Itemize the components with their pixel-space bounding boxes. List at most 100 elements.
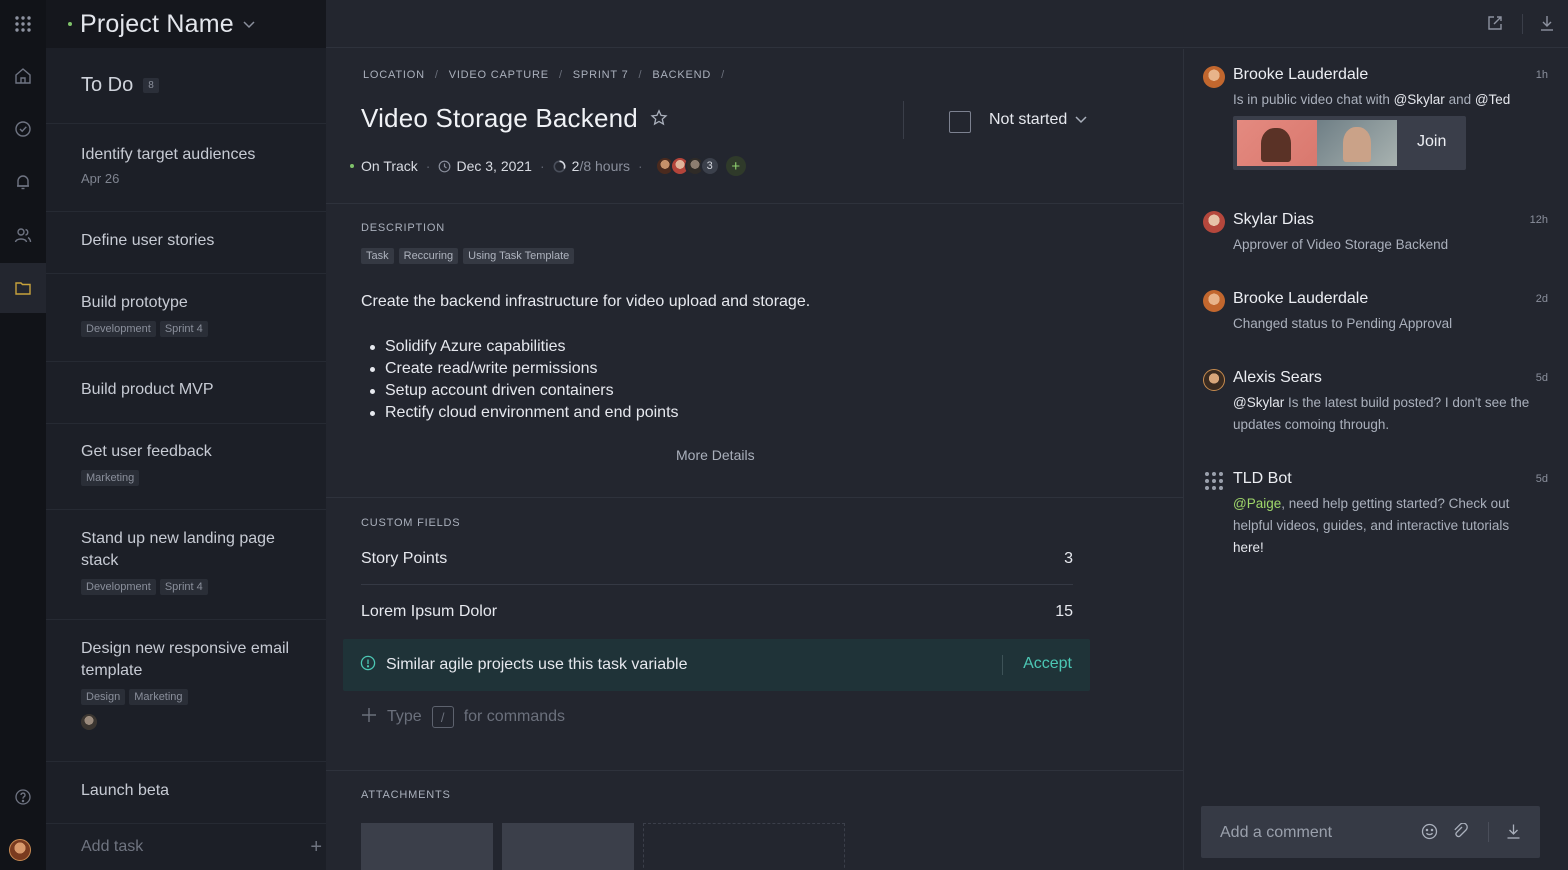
add-task-label: Add task — [81, 838, 144, 855]
activity-author[interactable]: TLD Bot — [1233, 470, 1292, 488]
mention[interactable]: @Skylar — [1394, 92, 1445, 107]
status-dropdown[interactable]: Not started — [989, 111, 1087, 129]
custom-field-value[interactable]: 15 — [1055, 603, 1073, 621]
task-card-title: Launch beta — [81, 782, 170, 799]
bullet-item: Create read/write permissions — [361, 358, 679, 380]
avatar[interactable] — [1203, 369, 1225, 391]
divider — [1522, 14, 1523, 34]
bullet-item: Rectify cloud environment and end points — [361, 402, 679, 424]
attach-icon[interactable] — [1452, 822, 1469, 845]
breadcrumb-item[interactable]: SPRINT 7 — [573, 69, 629, 81]
home-icon[interactable] — [0, 51, 46, 101]
breadcrumb-item[interactable]: LOCATION — [363, 69, 425, 81]
plus-icon: + — [310, 836, 322, 858]
apps-grid-icon[interactable] — [0, 0, 46, 48]
comment-box[interactable]: Add a comment — [1201, 806, 1540, 858]
health-status[interactable]: On Track — [361, 158, 418, 174]
task-card-title: Design new responsive email template — [81, 640, 290, 679]
folder-icon[interactable] — [0, 263, 46, 313]
activity-message: @Skylar Is the latest build posted? I do… — [1233, 392, 1543, 436]
task-tag: Development — [81, 579, 156, 595]
custom-field-value[interactable]: 3 — [1064, 550, 1073, 568]
divider — [903, 101, 904, 139]
upload-dropzone[interactable] — [643, 823, 845, 870]
mention[interactable]: @Paige — [1233, 496, 1281, 511]
help-link[interactable]: here! — [1233, 540, 1264, 555]
task-card-title: Define user stories — [81, 232, 215, 249]
breadcrumb-item[interactable]: BACKEND — [652, 69, 711, 81]
mention[interactable]: @Ted — [1475, 92, 1510, 107]
task-card[interactable]: Build product MVP — [46, 362, 326, 424]
task-tag: Marketing — [81, 470, 140, 486]
people-icon[interactable] — [0, 210, 46, 260]
download-icon[interactable] — [1538, 14, 1556, 37]
add-assignee-button[interactable]: + — [725, 156, 746, 176]
task-tag: Sprint 4 — [159, 321, 208, 337]
custom-field-name: Lorem Ipsum Dolor — [361, 603, 498, 620]
project-switcher[interactable]: Project Name — [46, 0, 326, 48]
external-link-icon[interactable] — [1486, 14, 1504, 37]
task-title[interactable]: Video Storage Backend — [361, 103, 638, 134]
task-list-panel: Project Name To Do 8 Identify target aud… — [46, 0, 326, 870]
custom-field-row[interactable]: Story Points 3 — [361, 550, 1073, 568]
chevron-down-icon — [1075, 116, 1087, 124]
status-label: Not started — [989, 111, 1068, 128]
accept-button[interactable]: Accept — [1023, 655, 1072, 673]
task-tag: Sprint 4 — [159, 579, 208, 595]
divider — [326, 497, 1184, 498]
column-count-badge: 8 — [143, 78, 159, 93]
custom-field-name: Story Points — [361, 550, 448, 567]
task-card[interactable]: Stand up new landing page stack Developm… — [46, 510, 326, 620]
task-tag[interactable]: Task — [361, 248, 394, 264]
plus-icon — [361, 707, 377, 728]
download-icon[interactable] — [1505, 823, 1522, 845]
attachment-thumbnail[interactable] — [502, 823, 634, 870]
star-icon[interactable] — [650, 109, 668, 132]
add-task-button[interactable]: Add task + — [81, 836, 326, 858]
activity-author[interactable]: Brooke Lauderdale — [1233, 66, 1368, 84]
task-card[interactable]: Launch beta — [46, 762, 326, 824]
activity-message: Is in public video chat with @Skylar and… — [1233, 89, 1543, 111]
breadcrumb-item[interactable]: VIDEO CAPTURE — [449, 69, 549, 81]
activity-item: Brooke Lauderdale 1h Is in public video … — [1203, 66, 1548, 196]
avatar[interactable] — [1203, 290, 1225, 312]
user-avatar[interactable] — [9, 839, 31, 861]
assignee-overflow-count: 3 — [699, 156, 720, 176]
activity-time: 12h — [1529, 214, 1548, 226]
activity-author[interactable]: Skylar Dias — [1233, 211, 1314, 229]
task-card[interactable]: Identify target audiences Apr 26 — [46, 124, 326, 212]
more-details-link[interactable]: More Details — [676, 447, 755, 463]
activity-item: TLD Bot 5d @Paige, need help getting sta… — [1203, 470, 1548, 570]
task-card[interactable]: Build prototype Development Sprint 4 — [46, 274, 326, 362]
activity-author[interactable]: Brooke Lauderdale — [1233, 290, 1368, 308]
task-tag[interactable]: Reccuring — [398, 248, 459, 264]
task-card[interactable]: Get user feedback Marketing — [46, 424, 326, 510]
description-tags: Task Reccuring Using Task Template — [361, 248, 575, 264]
bell-icon[interactable] — [0, 157, 46, 207]
assignee-avatar — [81, 714, 97, 730]
check-circle-icon[interactable] — [0, 104, 46, 154]
activity-message: @Paige, need help getting started? Check… — [1233, 493, 1543, 559]
description-text[interactable]: Create the backend infrastructure for vi… — [361, 293, 810, 311]
join-call-button[interactable]: Join — [1417, 133, 1446, 151]
help-icon[interactable] — [0, 778, 46, 816]
task-card[interactable]: Define user stories — [46, 212, 326, 274]
task-card[interactable]: Design new responsive email template Des… — [46, 620, 326, 762]
due-date[interactable]: Dec 3, 2021 — [456, 158, 532, 174]
command-input[interactable]: Type / for commands — [361, 706, 565, 728]
app-rail — [0, 0, 46, 870]
emoji-icon[interactable] — [1421, 823, 1438, 845]
health-dot — [350, 164, 354, 168]
attachment-thumbnail[interactable] — [361, 823, 493, 870]
custom-field-row[interactable]: Lorem Ipsum Dolor 15 — [361, 603, 1073, 621]
avatar[interactable] — [1203, 211, 1225, 233]
avatar[interactable] — [1203, 66, 1225, 88]
comment-input[interactable]: Add a comment — [1220, 824, 1332, 842]
task-tag[interactable]: Using Task Template — [463, 248, 575, 264]
mention[interactable]: @Skylar — [1233, 395, 1284, 410]
video-call-card[interactable]: Join — [1233, 116, 1466, 170]
assignee-group[interactable]: 3 — [654, 156, 720, 176]
complete-checkbox[interactable] — [949, 111, 971, 133]
info-icon — [360, 655, 376, 676]
activity-author[interactable]: Alexis Sears — [1233, 369, 1322, 387]
